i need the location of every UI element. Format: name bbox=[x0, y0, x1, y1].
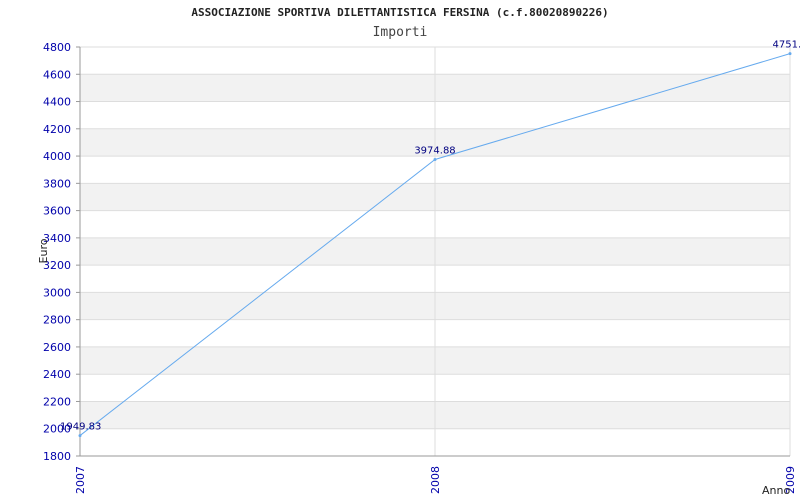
data-label: 3974.88 bbox=[414, 145, 455, 156]
data-label: 4751.3 bbox=[773, 40, 800, 51]
chart: ASSOCIAZIONE SPORTIVA DILETTANTISTICA FE… bbox=[0, 0, 800, 500]
y-tick-label: 1800 bbox=[43, 450, 71, 463]
y-axis-label: Euro bbox=[37, 238, 50, 263]
y-tick-label: 4600 bbox=[43, 68, 71, 81]
y-tick-label: 3800 bbox=[43, 177, 71, 190]
x-axis-label: Anno bbox=[762, 484, 790, 497]
x-tick-labels: 2007 2008 2009 bbox=[74, 466, 797, 494]
data-label: 1949.83 bbox=[60, 422, 101, 433]
y-tick-label: 4000 bbox=[43, 150, 71, 163]
y-tick-label: 3600 bbox=[43, 205, 71, 218]
data-point bbox=[788, 52, 792, 56]
y-tick-label: 2400 bbox=[43, 368, 71, 381]
y-tick-label: 2800 bbox=[43, 314, 71, 327]
y-tick-label: 3000 bbox=[43, 286, 71, 299]
x-tick-label: 2007 bbox=[74, 466, 87, 494]
plot-area: 1800200022002400260028003000320034003600… bbox=[37, 40, 800, 497]
y-tick-label: 4400 bbox=[43, 96, 71, 109]
x-tick-label: 2008 bbox=[429, 466, 442, 494]
data-point bbox=[78, 434, 82, 438]
y-tick-label: 4800 bbox=[43, 41, 71, 54]
y-tick-label: 2600 bbox=[43, 341, 71, 354]
y-tick-label: 2200 bbox=[43, 395, 71, 408]
data-point bbox=[433, 157, 437, 161]
y-tick-label: 4200 bbox=[43, 123, 71, 136]
